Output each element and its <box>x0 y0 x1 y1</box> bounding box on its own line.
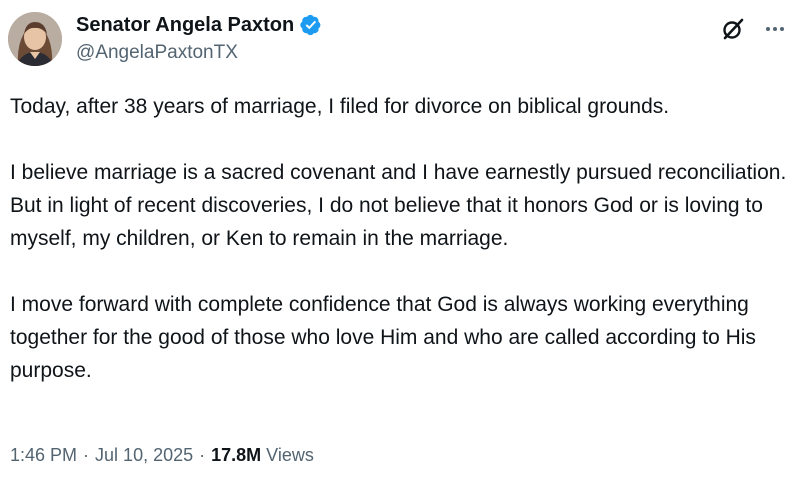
tweet-time[interactable]: 1:46 PM <box>10 442 77 468</box>
verified-badge-icon[interactable] <box>300 14 322 36</box>
avatar[interactable] <box>8 12 62 66</box>
avatar-image <box>8 12 62 66</box>
grok-icon[interactable] <box>720 16 746 42</box>
tweet-paragraph: I believe marriage is a sacred covenant … <box>10 161 787 250</box>
views-label: Views <box>266 445 314 465</box>
tweet-paragraph: Today, after 38 years of marriage, I fil… <box>10 95 670 118</box>
tweet-paragraph: I move forward with complete confidence … <box>10 293 756 382</box>
header-actions <box>720 16 788 42</box>
tweet-header: Senator Angela Paxton @AngelaPaxtonTX <box>8 10 792 68</box>
views-count: 17.8M <box>211 445 262 465</box>
author-handle[interactable]: @AngelaPaxtonTX <box>76 40 322 66</box>
tweet-date[interactable]: Jul 10, 2025 <box>95 442 193 468</box>
more-options-icon[interactable] <box>762 16 788 42</box>
display-name[interactable]: Senator Angela Paxton <box>76 12 294 38</box>
tweet-meta: 1:46 PM · Jul 10, 2025 · 17.8M Views <box>10 442 314 468</box>
meta-separator: · <box>83 445 90 465</box>
meta-separator: · <box>199 445 206 465</box>
author-info: Senator Angela Paxton @AngelaPaxtonTX <box>76 12 322 66</box>
name-row: Senator Angela Paxton <box>76 12 322 38</box>
tweet-text: Today, after 38 years of marriage, I fil… <box>10 90 792 387</box>
